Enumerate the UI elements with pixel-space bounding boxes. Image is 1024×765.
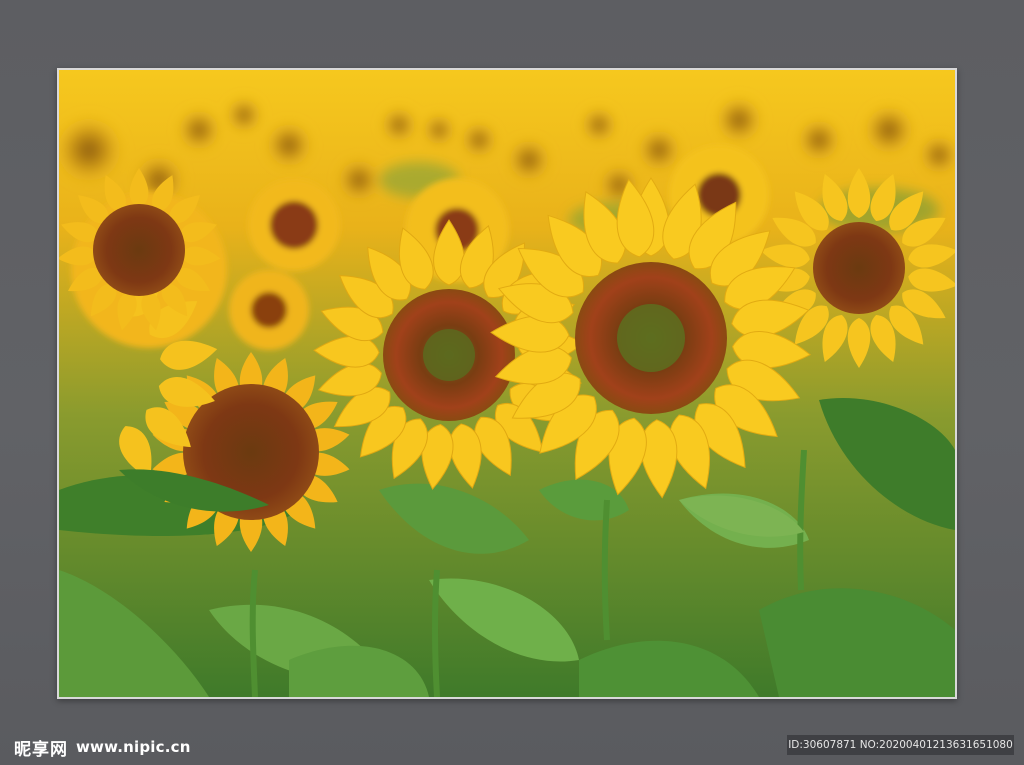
sunflower-photo [59, 70, 955, 697]
nipic-watermark: 昵享网 www.nipic.cn [14, 736, 191, 760]
sunflower-field-image [59, 70, 955, 697]
photo-frame [57, 68, 957, 699]
watermark-brand: 昵享网 [14, 739, 68, 760]
image-id-bar: ID:30607871 NO:20200401213631651080 [787, 735, 1014, 755]
watermark-site: www.nipic.cn [76, 738, 191, 756]
page: 昵享网 www.nipic.cn ID:30607871 NO:20200401… [0, 0, 1024, 765]
